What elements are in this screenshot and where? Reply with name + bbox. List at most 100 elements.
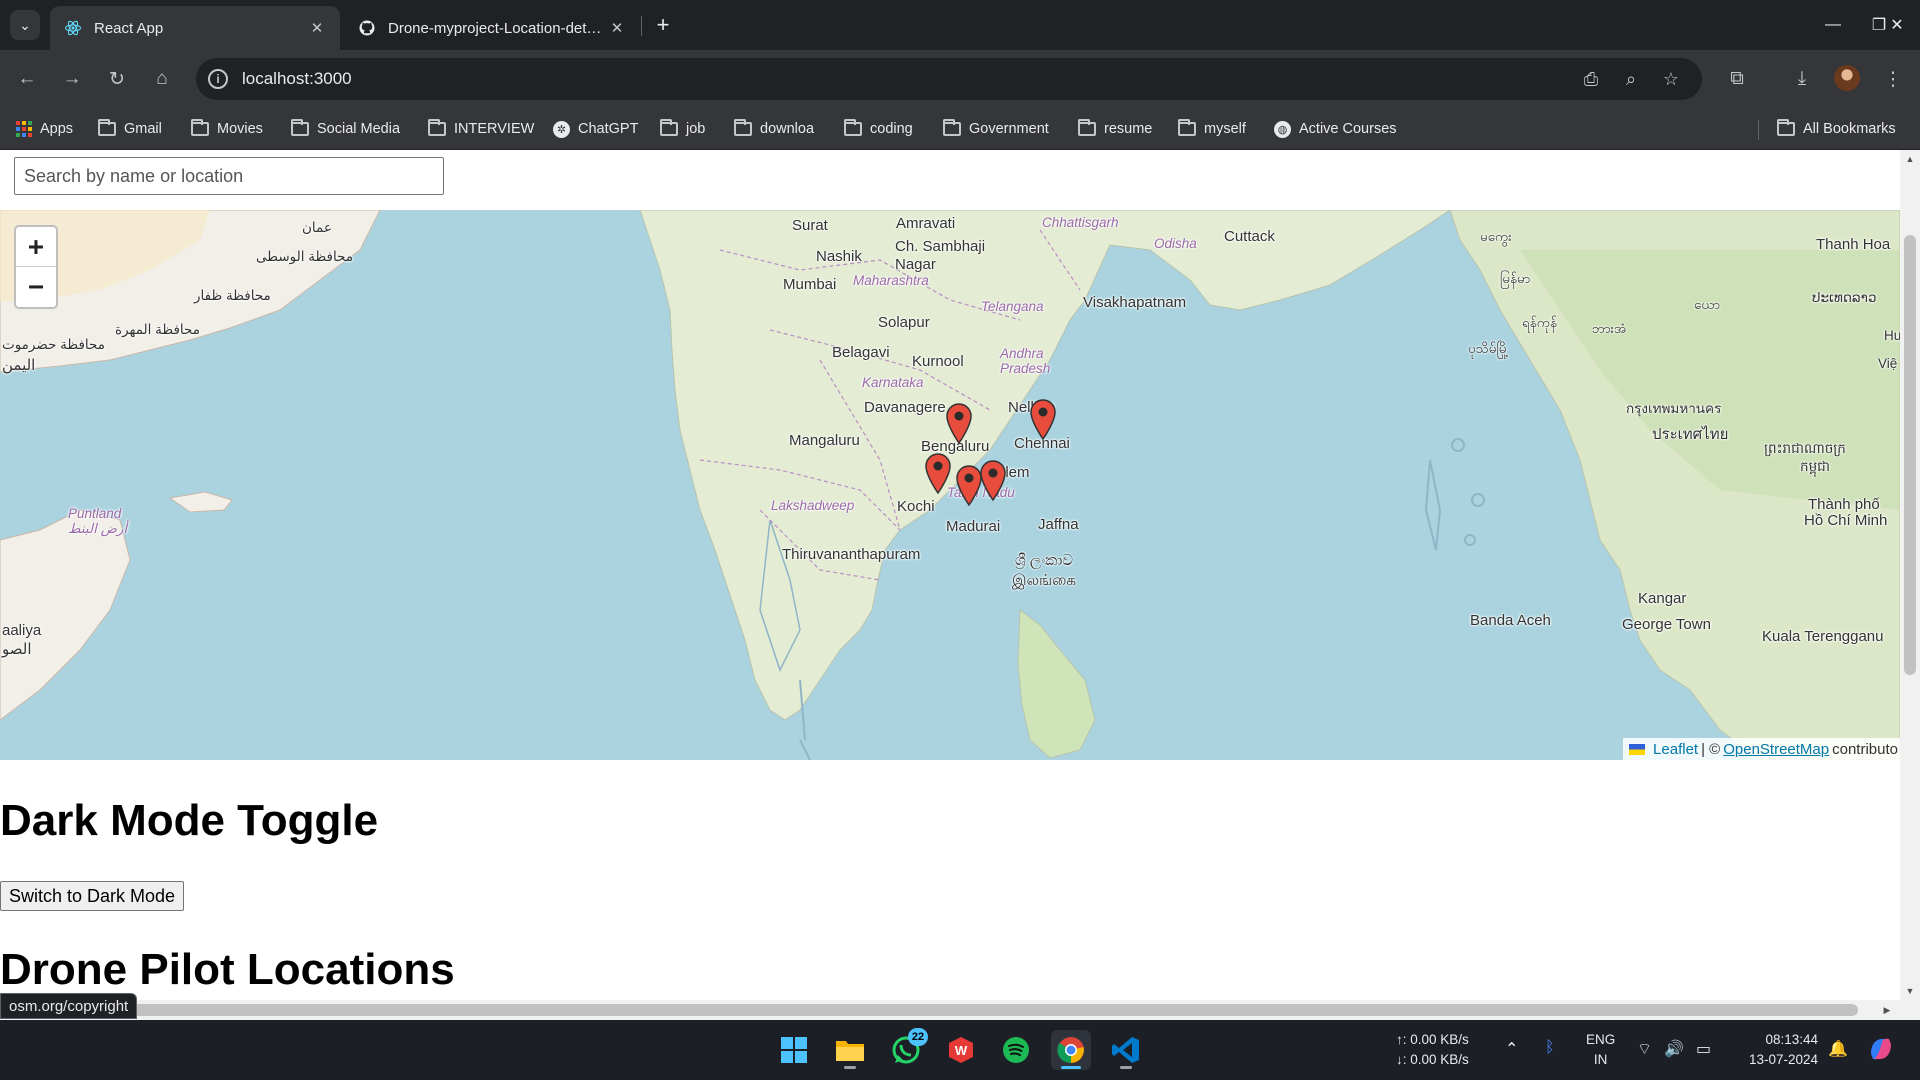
back-icon[interactable]: ←	[10, 62, 44, 96]
bookmark-job[interactable]: job	[660, 118, 705, 140]
map-label: Kurnool	[912, 353, 964, 370]
zoom-in-button[interactable]: +	[16, 227, 56, 267]
folder-icon	[734, 119, 752, 136]
battery-icon[interactable]: ▭	[1696, 1039, 1711, 1059]
bookmark-label: Apps	[40, 121, 74, 137]
map-label: Jaffna	[1038, 516, 1079, 533]
openstreetmap-link[interactable]: OpenStreetMap	[1723, 741, 1829, 758]
bookmark-movies[interactable]: Movies	[191, 118, 263, 140]
zoom-out-button[interactable]: −	[16, 267, 56, 307]
map-label: Ch. Sambhaji Nagar	[895, 238, 986, 273]
map-marker-icon[interactable]	[979, 459, 1007, 501]
map-label: ရန်ကုန်	[1522, 315, 1557, 330]
bookmark-government[interactable]: Government	[943, 118, 1049, 140]
bookmark-all-bookmarks[interactable]: All Bookmarks	[1777, 118, 1896, 140]
map-label: இலங்கை	[1012, 572, 1076, 589]
taskbar-vscode[interactable]	[1106, 1030, 1146, 1070]
copilot-icon[interactable]	[1866, 1034, 1896, 1069]
map-label: الصو	[2, 641, 32, 658]
taskbar-file-explorer[interactable]	[830, 1030, 870, 1070]
tray-chevron-up-icon[interactable]: ⌃	[1505, 1039, 1518, 1059]
map-marker-icon[interactable]	[945, 402, 973, 444]
extensions-icon[interactable]: ⧉	[1720, 62, 1754, 96]
reload-icon[interactable]: ↻	[100, 62, 134, 96]
map-label: Visakhapatnam	[1083, 294, 1187, 311]
start-button[interactable]	[774, 1030, 814, 1070]
map-marker-icon[interactable]	[955, 464, 983, 506]
bookmark-interview[interactable]: INTERVIEW	[428, 118, 534, 140]
bookmark-label: INTERVIEW	[454, 121, 535, 137]
wifi-icon[interactable]: ⌔	[1637, 1039, 1652, 1059]
leaflet-map[interactable]: Surat Amravati Chhattisgarh Cuttack Nash…	[0, 210, 1900, 760]
bookmark-label: Government	[969, 121, 1049, 137]
bookmark-label: Active Courses	[1299, 121, 1397, 137]
horizontal-scroll-thumb[interactable]	[18, 1004, 1858, 1016]
wps-office-icon: W	[949, 1037, 973, 1063]
bookmark-resume[interactable]: resume	[1078, 118, 1152, 140]
taskbar-spotify[interactable]	[996, 1030, 1036, 1070]
running-indicator	[1120, 1066, 1132, 1069]
map-marker-icon[interactable]	[924, 452, 952, 494]
address-bar[interactable]: i localhost:3000 ⎙ ⌕ ☆	[196, 58, 1702, 100]
zoom-icon[interactable]: ⌕	[1620, 68, 1642, 90]
search-input[interactable]	[14, 157, 444, 195]
bookmark-apps[interactable]: Apps	[16, 118, 73, 140]
system-clock[interactable]: 08:13:44 13-07-2024	[1734, 1030, 1818, 1070]
bookmark-gmail[interactable]: Gmail	[98, 118, 162, 140]
bookmark-myself[interactable]: myself	[1178, 118, 1246, 140]
vertical-scrollbar[interactable]: ▲ ▼	[1900, 150, 1920, 1000]
vertical-scroll-thumb[interactable]	[1904, 235, 1916, 675]
tab-react-app[interactable]: React App ✕	[50, 6, 340, 50]
taskbar-whatsapp[interactable]: 22	[886, 1028, 928, 1070]
home-icon[interactable]: ⌂	[145, 62, 179, 96]
url-text[interactable]: localhost:3000	[242, 69, 352, 89]
dark-mode-heading: Dark Mode Toggle	[0, 796, 379, 845]
menu-kebab-icon[interactable]: ⋮	[1876, 62, 1910, 96]
tab-search-chevron-icon[interactable]: ⌄	[10, 10, 40, 40]
bookmark-active-courses[interactable]: ◍ Active Courses	[1274, 118, 1397, 140]
bookmark-social-media[interactable]: Social Media	[291, 118, 400, 140]
map-label: မကွေး	[1480, 229, 1512, 244]
taskbar-wps-office[interactable]: W	[941, 1030, 981, 1070]
install-app-icon[interactable]: ⎙	[1580, 68, 1602, 90]
bookmark-coding[interactable]: coding	[844, 118, 913, 140]
leaflet-link[interactable]: Leaflet	[1653, 741, 1698, 758]
bookmark-star-icon[interactable]: ☆	[1660, 68, 1682, 90]
profile-avatar[interactable]	[1834, 65, 1860, 91]
bluetooth-icon[interactable]: ᛒ	[1545, 1039, 1555, 1057]
forward-icon[interactable]: →	[55, 62, 89, 96]
site-info-icon[interactable]: i	[208, 69, 228, 89]
drone-pilots-heading: Drone Pilot Locations	[0, 945, 455, 994]
map-label: Nashik	[816, 248, 862, 265]
minimize-icon[interactable]: —	[1810, 0, 1856, 50]
react-app-page: Surat Amravati Chhattisgarh Cuttack Nash…	[0, 150, 1900, 1000]
file-explorer-icon	[836, 1041, 864, 1061]
folder-icon	[660, 119, 678, 136]
scroll-down-icon[interactable]: ▼	[1900, 982, 1920, 1000]
dark-mode-toggle-button[interactable]: Switch to Dark Mode	[0, 881, 185, 911]
map-marker-icon[interactable]	[1029, 398, 1057, 440]
notification-bell-icon[interactable]: 🔔	[1828, 1039, 1848, 1059]
downloads-icon[interactable]: ⤓	[1785, 62, 1819, 96]
scroll-right-icon[interactable]: ▶	[1878, 1000, 1896, 1020]
taskbar-chrome[interactable]	[1051, 1030, 1091, 1070]
tab-close-icon[interactable]: ✕	[308, 19, 326, 37]
link-status-tooltip: osm.org/copyright	[0, 993, 138, 1019]
bookmark-chatgpt[interactable]: ✲ ChatGPT	[553, 118, 638, 140]
language-indicator[interactable]: ENG IN	[1586, 1030, 1615, 1070]
spotify-icon	[1003, 1037, 1029, 1063]
new-tab-button[interactable]: +	[650, 12, 676, 38]
bookmark-label: job	[686, 121, 706, 137]
clock-date: 13-07-2024	[1748, 1052, 1818, 1067]
tab-close-icon[interactable]: ✕	[608, 19, 626, 37]
tab-github-repo[interactable]: Drone-myproject-Location-detection ✕	[344, 6, 640, 50]
map-label: Madurai	[946, 518, 1001, 535]
bookmark-downloa[interactable]: downloa	[734, 118, 814, 140]
map-label: ယော	[1694, 297, 1720, 312]
scroll-up-icon[interactable]: ▲	[1900, 150, 1920, 168]
map-label: ປະເທດລາວ	[1812, 290, 1877, 305]
map-label: Belagavi	[832, 344, 890, 361]
close-window-icon[interactable]: ✕	[1874, 0, 1920, 50]
volume-icon[interactable]: 🔊	[1664, 1039, 1684, 1059]
horizontal-scrollbar[interactable]: ◀ ▶	[0, 1000, 1920, 1020]
